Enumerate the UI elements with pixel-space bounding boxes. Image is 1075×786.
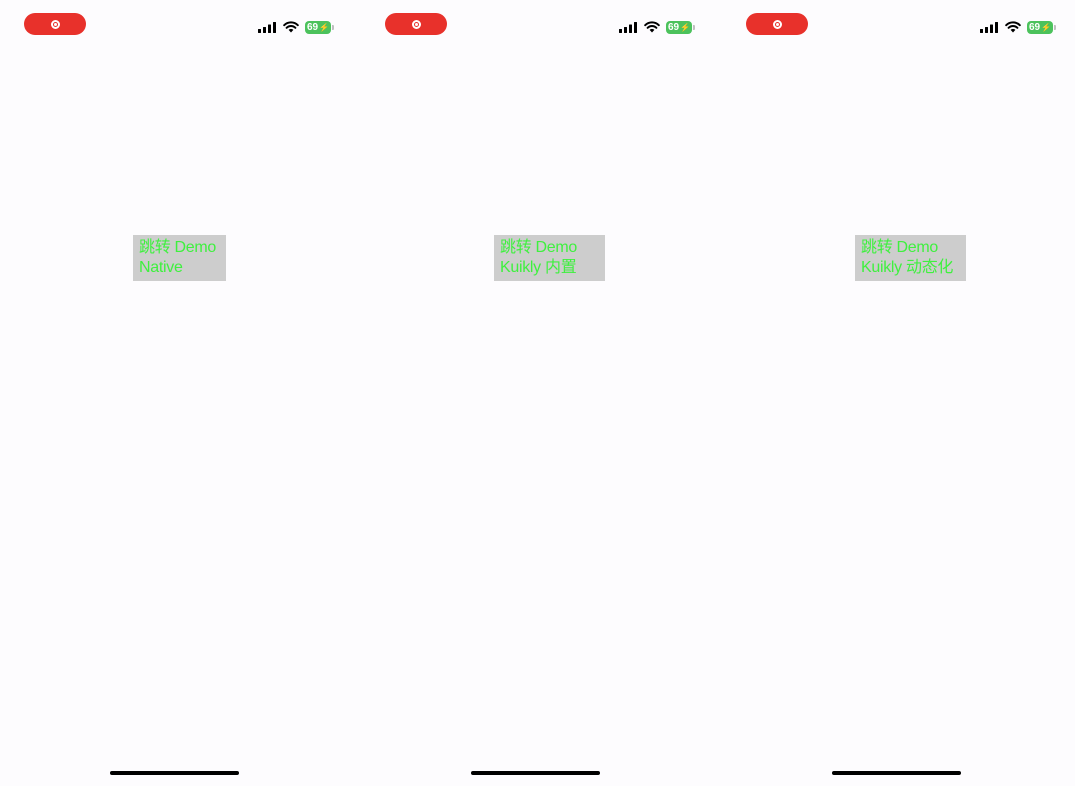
button-label-line2: Kuikly 动态化 bbox=[861, 259, 954, 276]
jump-demo-kuikly-builtin-button[interactable]: 跳转 Demo Kuikly 内置 bbox=[494, 235, 605, 281]
status-bar-icons: 69 ⚡ bbox=[980, 20, 1057, 34]
battery-level-badge: 69 ⚡ bbox=[1027, 20, 1054, 34]
phone-screen-native: 69 ⚡ 跳转 Demo Native bbox=[0, 0, 358, 786]
button-label-line1: 跳转 Demo bbox=[500, 239, 578, 256]
signal-icon bbox=[619, 21, 637, 33]
signal-icon bbox=[258, 21, 276, 33]
home-indicator[interactable] bbox=[110, 771, 239, 775]
battery-charging-icon: 69 ⚡ bbox=[305, 20, 335, 34]
battery-cap bbox=[332, 24, 335, 30]
button-label-line2: Native bbox=[139, 259, 183, 276]
screen-recording-indicator[interactable] bbox=[746, 13, 808, 35]
wifi-icon bbox=[283, 21, 299, 33]
home-indicator[interactable] bbox=[471, 771, 600, 775]
button-label-line2: Kuikly 内置 bbox=[500, 259, 577, 276]
record-icon bbox=[772, 19, 782, 29]
button-label-line1: 跳转 Demo bbox=[139, 239, 217, 256]
screenshot-stage: 69 ⚡ 跳转 Demo Native 69 ⚡ 跳转 Demo Kuikly … bbox=[0, 0, 1075, 786]
screen-recording-indicator[interactable] bbox=[24, 13, 86, 35]
battery-level: 69 bbox=[668, 21, 680, 33]
charging-bolt-icon: ⚡ bbox=[680, 22, 691, 32]
battery-cap bbox=[693, 24, 696, 30]
button-label-line1: 跳转 Demo bbox=[861, 239, 939, 256]
battery-level: 69 bbox=[1029, 21, 1041, 33]
charging-bolt-icon: ⚡ bbox=[1041, 22, 1052, 32]
home-indicator[interactable] bbox=[832, 771, 961, 775]
record-icon bbox=[411, 19, 421, 29]
wifi-icon bbox=[1005, 21, 1021, 33]
signal-icon bbox=[980, 21, 998, 33]
wifi-icon bbox=[644, 21, 660, 33]
status-bar-icons: 69 ⚡ bbox=[619, 20, 696, 34]
jump-demo-kuikly-dynamic-button[interactable]: 跳转 Demo Kuikly 动态化 bbox=[855, 235, 966, 281]
battery-charging-icon: 69 ⚡ bbox=[1027, 20, 1057, 34]
charging-bolt-icon: ⚡ bbox=[319, 22, 330, 32]
screen-recording-indicator[interactable] bbox=[385, 13, 447, 35]
battery-level-badge: 69 ⚡ bbox=[305, 20, 332, 34]
phone-screen-kuikly-dynamic: 69 ⚡ 跳转 Demo Kuikly 动态化 bbox=[722, 0, 1075, 786]
battery-cap bbox=[1054, 24, 1057, 30]
phone-screen-kuikly-builtin: 69 ⚡ 跳转 Demo Kuikly 内置 bbox=[361, 0, 719, 786]
record-icon bbox=[50, 19, 60, 29]
jump-demo-native-button[interactable]: 跳转 Demo Native bbox=[133, 235, 226, 281]
battery-level-badge: 69 ⚡ bbox=[666, 20, 693, 34]
status-bar-icons: 69 ⚡ bbox=[258, 20, 335, 34]
battery-level: 69 bbox=[307, 21, 319, 33]
battery-charging-icon: 69 ⚡ bbox=[666, 20, 696, 34]
